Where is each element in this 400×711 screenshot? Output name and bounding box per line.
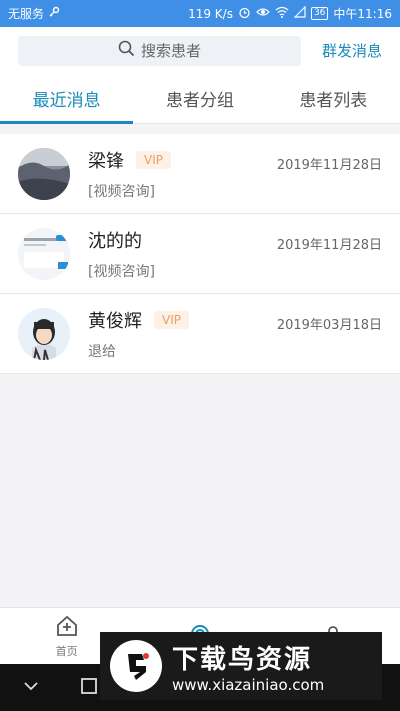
net-speed: 119 K/s <box>188 6 233 21</box>
battery-icon: 36 <box>310 7 329 20</box>
eye-icon <box>256 6 270 21</box>
overview-square-icon[interactable] <box>80 677 98 699</box>
message-preview: [视频咨询] <box>88 183 155 200</box>
watermark-title: 下载鸟资源 <box>172 644 313 675</box>
tab-recent-messages[interactable]: 最近消息 <box>0 74 134 124</box>
message-date: 2019年11月28日 <box>276 158 382 173</box>
home-plus-icon <box>55 614 79 641</box>
avatar <box>18 147 70 200</box>
message-preview: [视频咨询] <box>88 263 155 280</box>
list-item[interactable]: 黄俊辉 VIP 退给 2019年03月18日 <box>0 294 400 374</box>
status-bar: 无服务 119 K/s 36 中午11:16 <box>0 0 400 27</box>
search-placeholder: 搜索患者 <box>140 42 201 60</box>
patient-name: 黄俊辉 <box>88 310 142 332</box>
message-date: 2019年03月18日 <box>276 318 382 333</box>
back-chevron-icon[interactable] <box>22 677 40 699</box>
wifi-icon <box>275 6 289 21</box>
vip-badge: VIP <box>136 150 171 169</box>
message-date: 2019年11月28日 <box>276 238 382 253</box>
avatar <box>18 307 70 360</box>
signal-icon <box>293 5 306 21</box>
vip-badge: VIP <box>154 310 189 329</box>
header: 搜索患者 群发消息 <box>0 27 400 74</box>
list-item[interactable]: 沈的的 [视频咨询] 2019年11月28日 <box>0 214 400 294</box>
tab-patient-list[interactable]: 患者列表 <box>267 74 400 123</box>
alarm-icon <box>238 6 251 22</box>
patient-name: 梁锋 <box>88 150 124 172</box>
avatar <box>18 227 70 280</box>
watermark-url: www.xiazainiao.com <box>172 675 325 694</box>
tab-patient-groups[interactable]: 患者分组 <box>133 74 266 123</box>
broadcast-button[interactable]: 群发消息 <box>322 40 382 61</box>
key-icon <box>48 6 60 21</box>
search-icon <box>118 40 135 61</box>
nav-home-label: 首页 <box>55 644 78 658</box>
message-preview: 退给 <box>88 343 116 360</box>
bird-logo-icon <box>110 640 162 692</box>
clock-text: 中午11:16 <box>333 7 392 21</box>
tab-bar: 最近消息 患者分组 患者列表 <box>0 74 400 124</box>
search-input[interactable]: 搜索患者 <box>18 35 301 66</box>
carrier-text: 无服务 <box>8 7 45 21</box>
watermark-banner: 下载鸟资源 www.xiazainiao.com <box>100 632 382 700</box>
patient-name: 沈的的 <box>88 230 142 252</box>
list-item[interactable]: 梁锋 VIP [视频咨询] 2019年11月28日 <box>0 134 400 214</box>
message-list: 梁锋 VIP [视频咨询] 2019年11月28日 沈的的 [视频咨询] 201… <box>0 134 400 374</box>
